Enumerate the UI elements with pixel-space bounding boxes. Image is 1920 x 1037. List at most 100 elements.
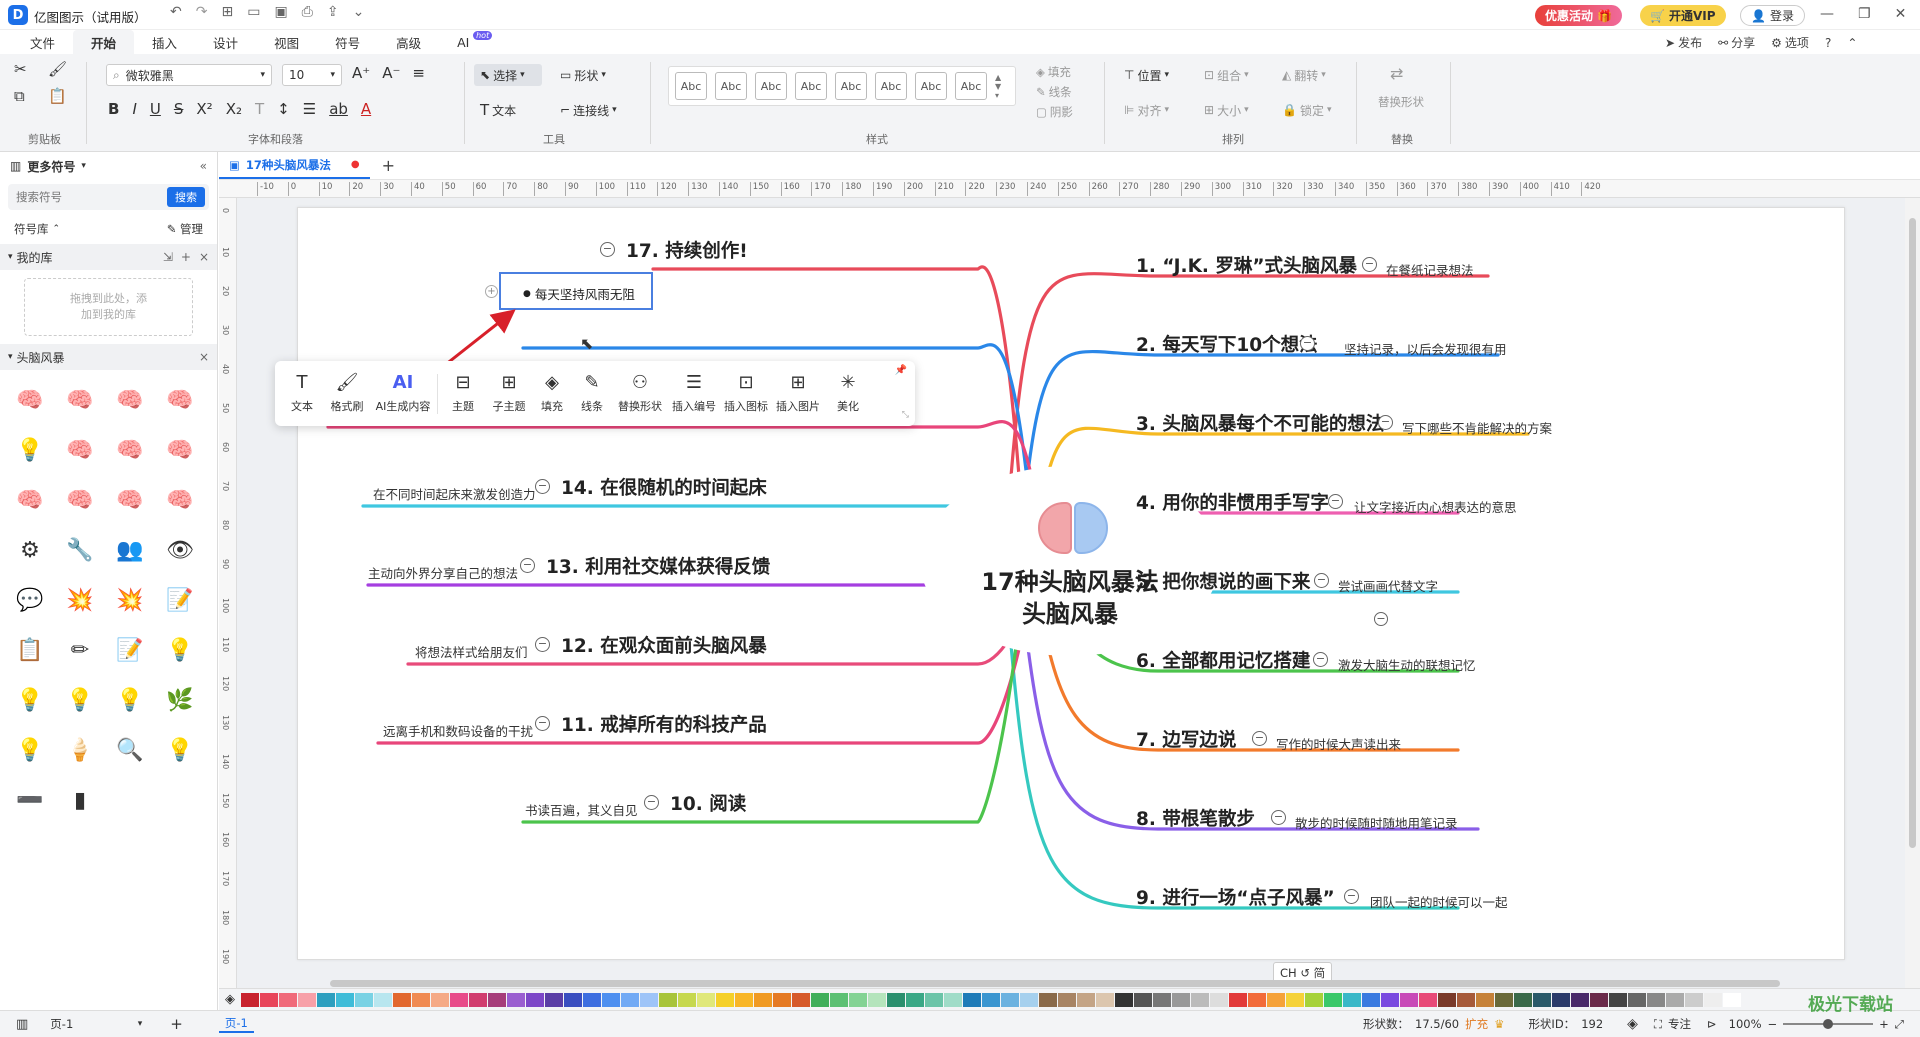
topic-node[interactable]: 4. 用你的非惯用手写字: [1136, 489, 1329, 515]
category-header[interactable]: ▾ 头脑风暴 ×: [0, 344, 217, 370]
publish-button[interactable]: ➤ 发布: [1665, 34, 1702, 51]
share-button[interactable]: ⚯ 分享: [1718, 34, 1755, 51]
symbol-item[interactable]: 💥: [62, 582, 98, 618]
color-swatch[interactable]: [488, 992, 506, 1007]
undo-icon[interactable]: ↶: [170, 4, 182, 20]
library-label[interactable]: 符号库: [14, 221, 49, 237]
float-tool-button[interactable]: 🖌 格式刷: [323, 366, 371, 422]
flip-button[interactable]: ◭ 翻转 ▾: [1278, 63, 1330, 87]
float-tool-button[interactable]: ☰ 插入编号: [668, 366, 720, 422]
my-library-dropzone[interactable]: 拖拽到此处，添 加到我的库: [24, 278, 193, 336]
color-swatch[interactable]: [583, 992, 601, 1007]
group-button[interactable]: ⊡ 组合 ▾: [1200, 63, 1253, 87]
topic-node[interactable]: 1. “J.K. 罗琳”式头脑风暴: [1136, 252, 1357, 278]
color-swatch[interactable]: [1039, 992, 1057, 1007]
color-swatch[interactable]: [1495, 992, 1513, 1007]
color-swatch[interactable]: [716, 992, 734, 1007]
grow-font-icon[interactable]: A⁺: [352, 66, 370, 81]
symbol-item[interactable]: 🍦: [62, 732, 98, 768]
tab-view[interactable]: 视图: [256, 30, 317, 54]
color-swatch[interactable]: [1514, 992, 1532, 1007]
color-swatch[interactable]: [1096, 992, 1114, 1007]
symbol-item[interactable]: 🧠: [12, 482, 48, 518]
collapse-toggle[interactable]: −: [535, 479, 550, 494]
tab-ai[interactable]: AI hot: [439, 30, 493, 54]
style-option[interactable]: Abc: [755, 72, 787, 100]
color-swatch[interactable]: [944, 992, 962, 1007]
subtopic-note[interactable]: 远离手机和数码设备的干扰: [383, 721, 533, 740]
color-swatch[interactable]: [678, 992, 696, 1007]
strikethrough-icon[interactable]: S: [174, 102, 184, 117]
horizontal-scroll-thumb[interactable]: [330, 980, 1780, 987]
color-swatch[interactable]: [1609, 992, 1627, 1007]
vertical-scrollbar[interactable]: [1905, 198, 1920, 988]
color-swatch[interactable]: [1571, 992, 1589, 1007]
color-swatch[interactable]: [1001, 992, 1019, 1007]
font-family-select[interactable]: ⌕ 微软雅黑 ▾: [106, 64, 272, 86]
print-icon[interactable]: ⎙: [302, 4, 313, 20]
align-button[interactable]: ⊫ 对齐 ▾: [1120, 98, 1173, 122]
color-swatch[interactable]: [1267, 992, 1285, 1007]
symbol-item[interactable]: 🧠: [112, 382, 148, 418]
symbol-item[interactable]: 💡: [12, 432, 48, 468]
symbol-item[interactable]: 🧠: [112, 482, 148, 518]
style-option[interactable]: Abc: [835, 72, 867, 100]
float-tool-button[interactable]: ⚇ 替换形状: [612, 366, 668, 422]
color-swatch[interactable]: [374, 992, 392, 1007]
color-swatch[interactable]: [659, 992, 677, 1007]
pin-icon[interactable]: 📌: [895, 365, 907, 376]
style-option[interactable]: Abc: [875, 72, 907, 100]
tab-insert[interactable]: 插入: [134, 30, 195, 54]
float-tool-button[interactable]: ⊞ 插入图片: [772, 366, 824, 422]
subtopic-note[interactable]: 书读百遍，其义自见: [525, 800, 638, 819]
restore-icon[interactable]: ❐: [1858, 6, 1871, 22]
float-tool-button[interactable]: ⊟ 主题: [440, 366, 486, 422]
color-swatch[interactable]: [887, 992, 905, 1007]
color-swatch[interactable]: [298, 992, 316, 1007]
my-library-header[interactable]: ▾ 我的库 ⇲ + ×: [0, 244, 217, 270]
zoom-slider[interactable]: [1783, 1019, 1874, 1029]
close-window-icon[interactable]: ✕: [1895, 6, 1907, 22]
color-swatch[interactable]: [393, 992, 411, 1007]
export-icon[interactable]: ⇪: [327, 4, 339, 20]
subtopic-note[interactable]: 坚持记录，以后会发现很有用: [1344, 339, 1507, 358]
color-swatch[interactable]: [925, 992, 943, 1007]
color-swatch[interactable]: [735, 992, 753, 1007]
symbol-item[interactable]: 💡: [62, 682, 98, 718]
color-swatch[interactable]: [792, 992, 810, 1007]
color-swatch[interactable]: [1362, 992, 1380, 1007]
focus-button[interactable]: 专注: [1668, 1016, 1691, 1032]
search-button[interactable]: 搜索: [167, 187, 205, 207]
tab-design[interactable]: 设计: [195, 30, 256, 54]
color-swatch[interactable]: [355, 992, 373, 1007]
redo-icon[interactable]: ↷: [196, 4, 208, 20]
color-swatch[interactable]: [1685, 992, 1703, 1007]
collapse-toggle[interactable]: −: [644, 795, 659, 810]
float-tool-button[interactable]: T 文本: [281, 366, 323, 422]
symbol-search-input[interactable]: [16, 190, 167, 204]
close-icon[interactable]: ×: [199, 350, 209, 364]
style-option[interactable]: Abc: [955, 72, 987, 100]
symbol-item[interactable]: 🔍: [112, 732, 148, 768]
tab-symbols[interactable]: 符号: [317, 30, 378, 54]
panel-title[interactable]: 更多符号: [27, 158, 75, 175]
symbol-item[interactable]: 💬: [12, 582, 48, 618]
style-option[interactable]: Abc: [915, 72, 947, 100]
subtopic-note[interactable]: 在餐纸记录想法: [1386, 260, 1474, 279]
collapse-ribbon-icon[interactable]: ⌃: [1847, 36, 1857, 50]
topic-node[interactable]: 6. 全部都用记忆搭建: [1136, 647, 1310, 673]
color-swatch[interactable]: [469, 992, 487, 1007]
symbol-item[interactable]: 🧠: [162, 432, 198, 468]
color-swatch[interactable]: [1457, 992, 1475, 1007]
color-swatch[interactable]: [317, 992, 335, 1007]
topic-node[interactable]: 11. 戒掉所有的科技产品: [561, 711, 767, 737]
color-swatch[interactable]: [545, 992, 563, 1007]
color-swatch[interactable]: [241, 992, 259, 1007]
color-swatch[interactable]: [1210, 992, 1228, 1007]
color-swatch[interactable]: [868, 992, 886, 1007]
subtopic-note[interactable]: 在不同时间起床来激发创造力: [373, 484, 536, 503]
color-swatch[interactable]: [1172, 992, 1190, 1007]
symbol-item[interactable]: ✏: [62, 632, 98, 668]
topic-node[interactable]: 9. 进行一场“点子风暴”: [1136, 884, 1335, 910]
layers-icon[interactable]: ◈: [1627, 1016, 1638, 1032]
